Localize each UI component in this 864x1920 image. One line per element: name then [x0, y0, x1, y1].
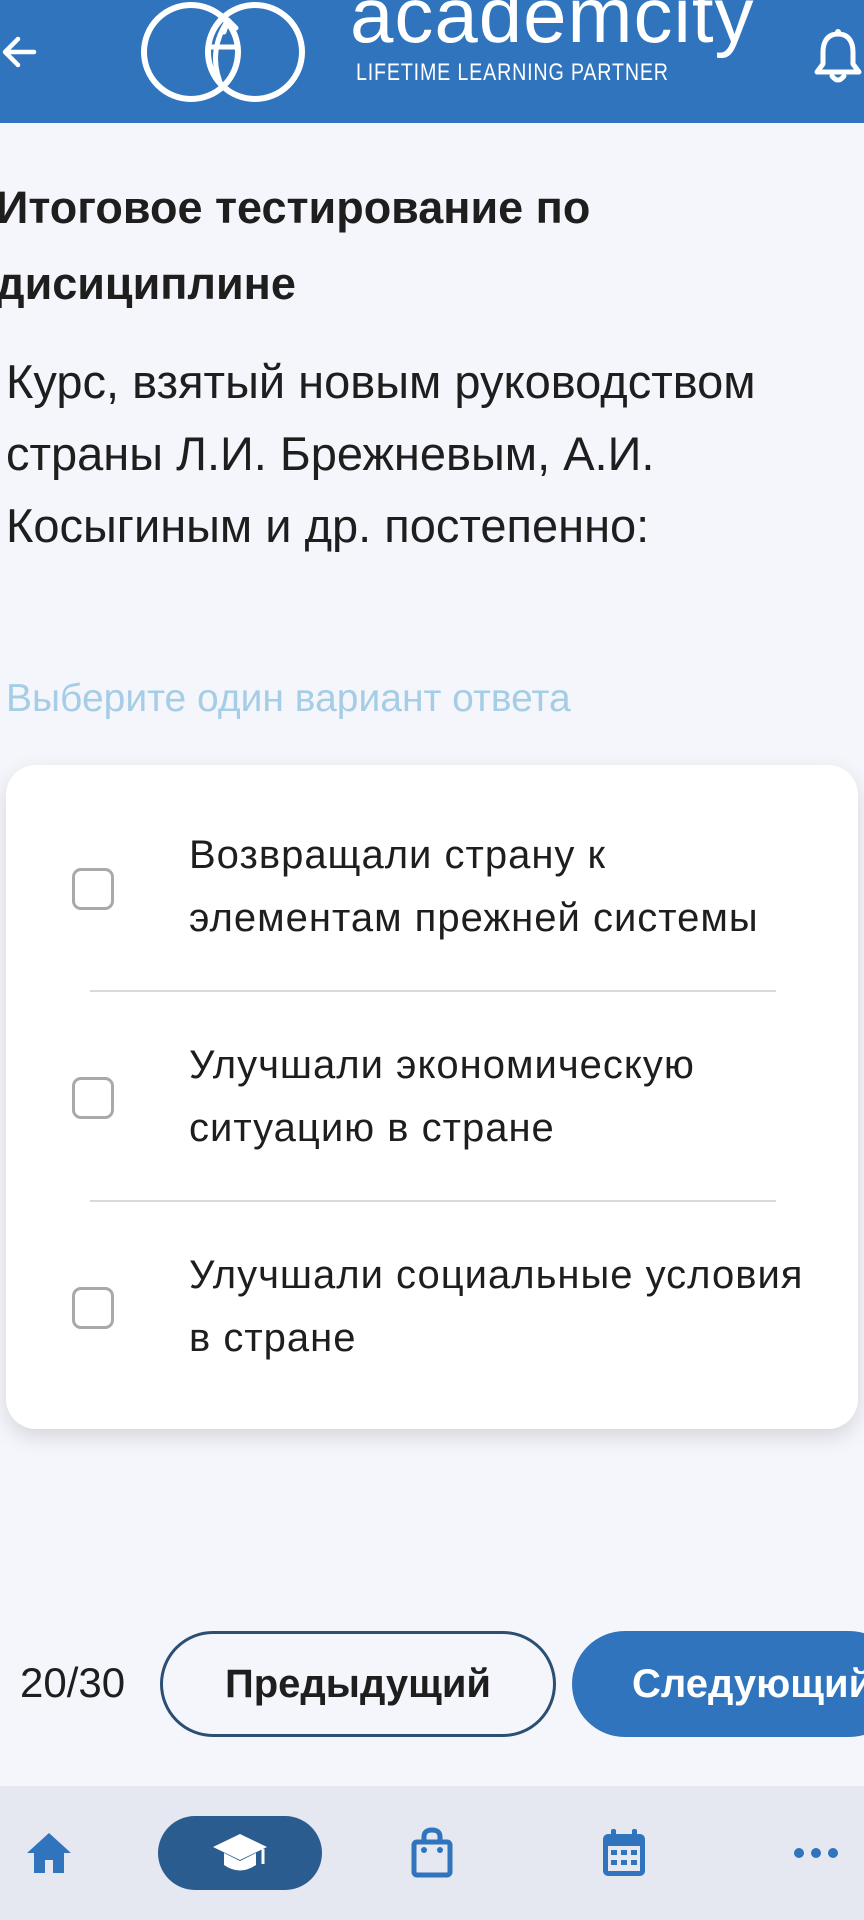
nav-calendar[interactable] [584, 1816, 664, 1890]
app-header: academcity LIFETIME LEARNING PARTNER [0, 0, 864, 123]
next-button[interactable]: Следующий [572, 1631, 864, 1737]
nav-shop[interactable] [392, 1816, 472, 1890]
answer-label: Улучшали социальные условия в стране [189, 1253, 804, 1360]
brand-name: academcity [350, 0, 755, 59]
answer-checkbox[interactable] [72, 1287, 114, 1329]
page-title: Итоговое тестирование по дисициплине [0, 182, 591, 309]
previous-button[interactable]: Предыдущий [160, 1631, 556, 1737]
notifications-button[interactable] [812, 26, 864, 86]
answer-label: Улучшали экономическую ситуацию в стране [189, 1043, 695, 1150]
next-button-label: Следующий [632, 1661, 864, 1706]
more-icon [794, 1848, 838, 1858]
answer-checkbox[interactable] [72, 1077, 114, 1119]
answer-checkbox[interactable] [72, 868, 114, 910]
home-icon [27, 1833, 71, 1873]
bottom-navigation [0, 1786, 864, 1920]
answer-label: Возвращали страну к элементам прежней си… [189, 833, 759, 940]
answer-option[interactable]: Улучшали экономическую ситуацию в стране [6, 992, 858, 1202]
question-text: Курс, взятый новым руководством страны Л… [6, 355, 756, 552]
answer-option[interactable]: Возвращали страну к элементам прежней си… [6, 765, 858, 975]
question-counter: 20/30 [20, 1659, 126, 1706]
answer-option[interactable]: Улучшали социальные условия в стране [6, 1202, 858, 1412]
nav-courses[interactable] [158, 1816, 322, 1890]
bell-icon [814, 29, 862, 83]
brand-tagline: LIFETIME LEARNING PARTNER [356, 59, 669, 86]
answer-hint: Выберите один вариант ответа [6, 677, 571, 720]
arrow-left-icon [2, 36, 37, 68]
back-button[interactable] [0, 22, 44, 82]
academcity-logo [141, 2, 305, 102]
nav-more[interactable] [776, 1816, 856, 1890]
answers-card: Возвращали страну к элементам прежней си… [6, 765, 858, 1429]
graduation-cap-icon [213, 1834, 267, 1871]
shopping-bag-icon [411, 1827, 453, 1878]
nav-home[interactable] [9, 1816, 89, 1890]
calendar-icon [603, 1829, 645, 1876]
